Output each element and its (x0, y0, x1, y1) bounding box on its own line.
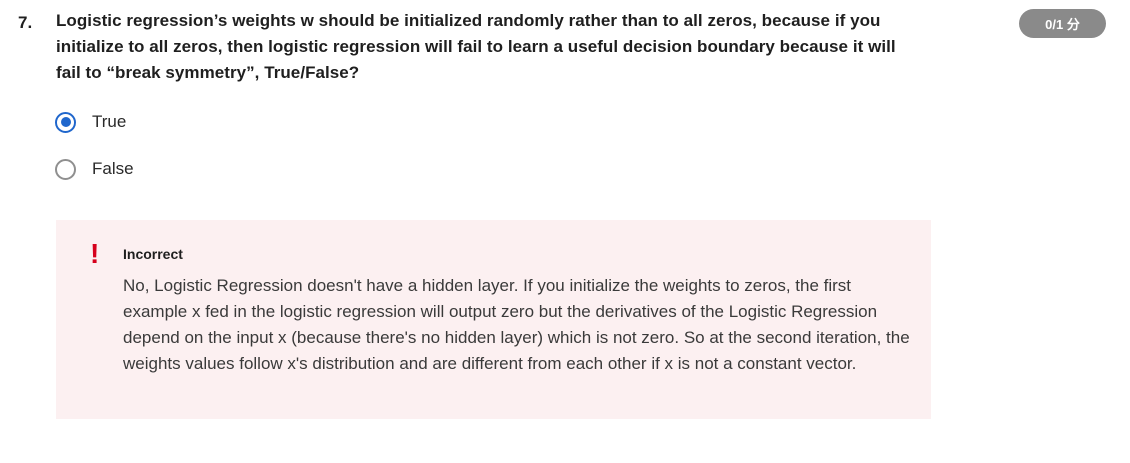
option-true[interactable]: True (55, 110, 126, 134)
feedback-panel: ! Incorrect No, Logistic Regression does… (56, 220, 931, 419)
exclamation-icon: ! (90, 238, 100, 269)
radio-button[interactable] (55, 158, 76, 180)
question-text: Logistic regression’s weights w should b… (56, 11, 896, 82)
radio-button-selected[interactable] (55, 111, 76, 133)
feedback-status: Incorrect (123, 246, 183, 262)
quiz-question: 7. Logistic regression’s weights w shoul… (0, 0, 1130, 463)
feedback-explanation: No, Logistic Regression doesn't have a h… (123, 276, 910, 373)
option-label: True (92, 112, 127, 131)
option-false[interactable]: False (55, 157, 134, 181)
question-number: 7. (18, 13, 33, 32)
score-badge: 0/1 分 (1019, 9, 1106, 38)
option-label: False (92, 159, 134, 178)
